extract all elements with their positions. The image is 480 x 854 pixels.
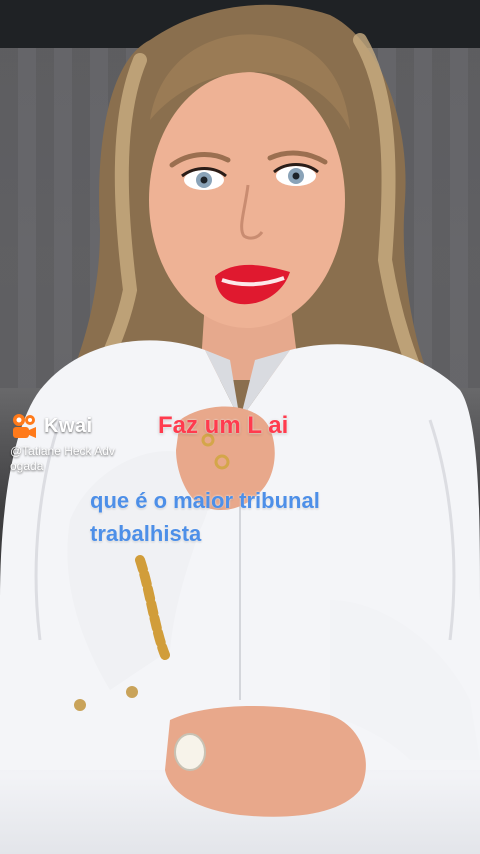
kwai-watermark: Kwai	[10, 412, 93, 440]
kwai-handle: @Tatiane Heck Adv ogada	[10, 444, 150, 474]
kwai-handle-line2: ogada	[10, 459, 44, 473]
kwai-handle-line1: @Tatiane Heck Adv	[10, 444, 115, 458]
caption-red: Faz um L ai	[158, 412, 289, 439]
caption-blue-line2: trabalhista	[90, 521, 202, 546]
kwai-logo-icon	[13, 414, 36, 438]
kwai-brand-text: Kwai	[44, 414, 93, 437]
caption-blue-line1: que é o maior tribunal	[90, 488, 320, 513]
video-frame: Kwai @Tatiane Heck Adv ogada Faz um L ai…	[0, 0, 480, 854]
caption-blue: que é o maior tribunal trabalhista	[90, 484, 410, 550]
